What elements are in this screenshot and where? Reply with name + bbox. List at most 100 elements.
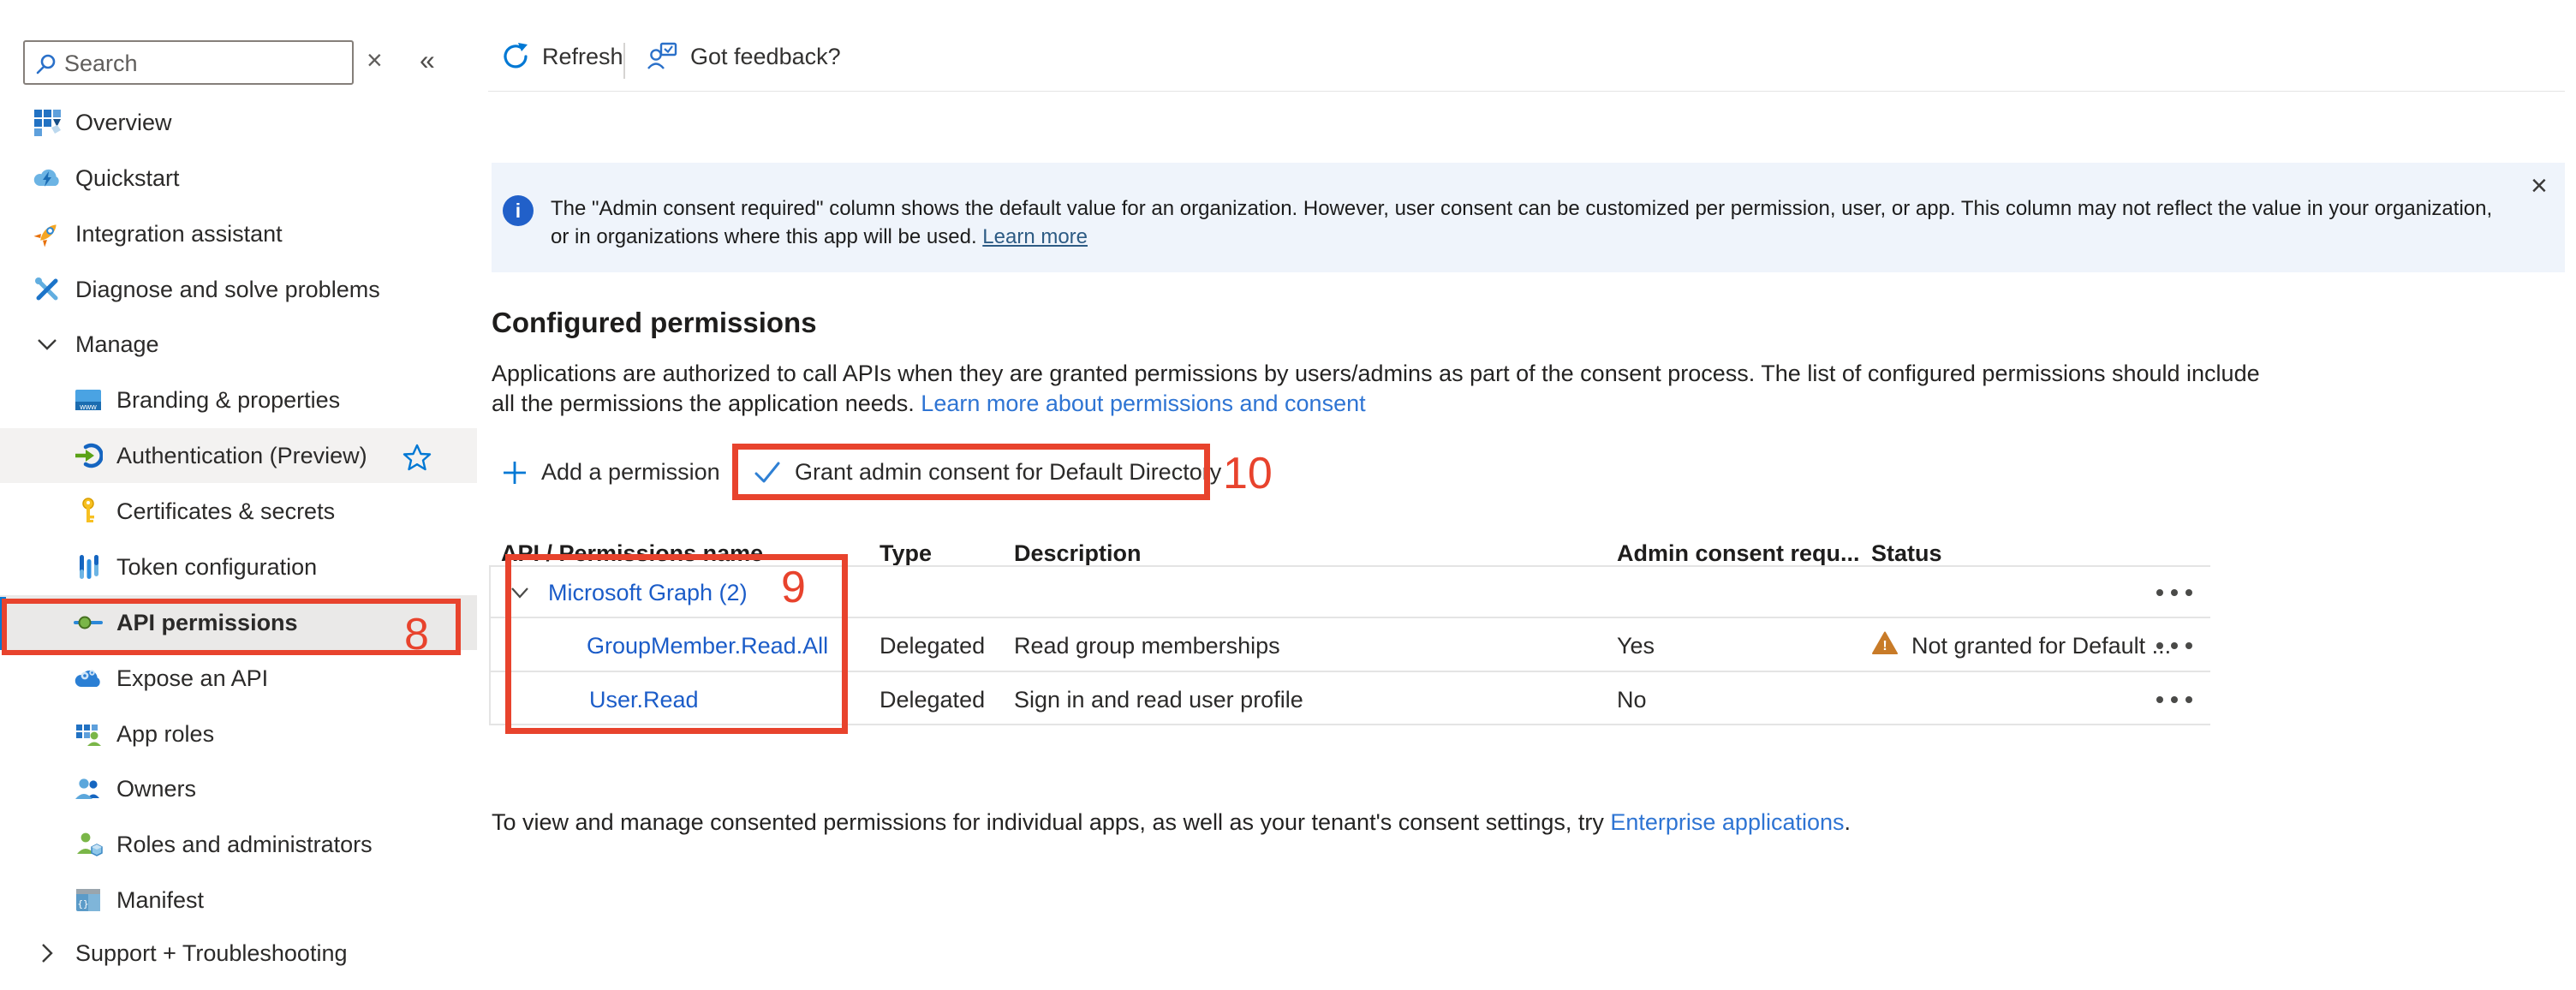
plus-icon xyxy=(502,460,528,486)
rocket-icon xyxy=(33,219,62,248)
footer-note-suffix: . xyxy=(1845,809,1852,835)
sidebar-item-certificates[interactable]: Certificates & secrets xyxy=(0,484,477,539)
sidebar-item-integration-assistant[interactable]: Integration assistant xyxy=(0,206,477,261)
favorite-star-icon[interactable] xyxy=(402,444,432,471)
search-input[interactable] xyxy=(63,44,349,83)
quickstart-icon xyxy=(33,164,62,193)
sidebar-item-label: Certificates & secrets xyxy=(116,498,335,525)
sidebar-item-owners[interactable]: Owners xyxy=(0,761,477,816)
column-header-admin-consent: Admin consent requ... xyxy=(1617,540,1860,567)
sidebar-item-overview[interactable]: Overview xyxy=(0,95,477,150)
feedback-label: Got feedback? xyxy=(690,44,841,70)
sidebar-group-label: Manage xyxy=(75,331,159,358)
got-feedback-button[interactable]: Got feedback? xyxy=(647,42,841,71)
page-title: Configured permissions xyxy=(492,307,817,339)
sidebar-item-label: Manifest xyxy=(116,887,204,914)
sidebar: × « Overview Quickstart Integration assi… xyxy=(0,0,477,990)
section-description-line2-prefix: all the permissions the application need… xyxy=(492,391,921,416)
section-description-line1: Applications are authorized to call APIs… xyxy=(492,361,2260,387)
learn-more-link[interactable]: Learn more xyxy=(982,225,1088,248)
svg-text:www: www xyxy=(79,403,97,411)
admin-consent-value: No xyxy=(1617,687,1647,713)
banner-close-icon[interactable]: × xyxy=(2531,171,2548,200)
person-cube-icon xyxy=(74,830,103,859)
column-header-status: Status xyxy=(1871,540,1942,567)
column-header-name: API / Permissions name xyxy=(501,540,763,567)
sidebar-group-label: Support + Troubleshooting xyxy=(75,940,347,967)
annotation-number-9: 9 xyxy=(781,565,806,610)
permission-link[interactable]: User.Read xyxy=(589,687,699,713)
add-permission-button[interactable]: Add a permission xyxy=(502,459,720,486)
table-separator xyxy=(489,671,2210,672)
permission-description: Sign in and read user profile xyxy=(1014,687,1303,713)
banner-text-line2: or in organizations where this app will … xyxy=(551,225,1088,249)
search-box[interactable] xyxy=(23,40,354,85)
sidebar-group-support-troubleshooting[interactable]: Support + Troubleshooting xyxy=(0,926,477,981)
azure-api-permissions-page: { "colors": { "accent": "#0078d4", "anno… xyxy=(0,0,2576,990)
row-context-menu[interactable] xyxy=(2151,691,2197,708)
sidebar-item-manifest[interactable]: {} Manifest xyxy=(0,873,477,927)
grant-admin-consent-label: Grant admin consent for Default Director… xyxy=(795,459,1221,486)
toolbar-underline xyxy=(488,91,2565,92)
collapse-sidebar-icon[interactable]: « xyxy=(420,46,435,74)
people-icon xyxy=(74,774,103,803)
enterprise-applications-link[interactable]: Enterprise applications xyxy=(1610,809,1844,835)
search-icon xyxy=(34,52,58,76)
refresh-button[interactable]: Refresh xyxy=(501,42,623,71)
sidebar-item-label: Overview xyxy=(75,110,172,136)
permissions-consent-link[interactable]: Learn more about permissions and consent xyxy=(921,391,1365,416)
sidebar-item-label: API permissions xyxy=(116,610,298,636)
check-icon xyxy=(754,460,781,486)
permission-description: Read group memberships xyxy=(1014,633,1280,659)
sidebar-item-label: Authentication (Preview) xyxy=(116,443,367,469)
api-permissions-icon xyxy=(74,608,103,637)
warning-icon: ! xyxy=(1872,631,1898,655)
toolbar-divider xyxy=(623,43,625,79)
sidebar-item-label: Expose an API xyxy=(116,665,268,692)
column-header-description: Description xyxy=(1014,540,1142,567)
clear-search-icon[interactable]: × xyxy=(367,46,383,74)
info-icon: i xyxy=(503,195,534,226)
grid-person-icon xyxy=(74,719,103,748)
chevron-down-icon[interactable] xyxy=(510,586,529,599)
svg-text:{}: {} xyxy=(77,898,88,909)
table-separator xyxy=(489,617,2210,618)
footer-note: To view and manage consented permissions… xyxy=(492,809,1851,836)
sidebar-item-quickstart[interactable]: Quickstart xyxy=(0,151,477,206)
svg-text:!: ! xyxy=(1882,639,1887,653)
column-header-type: Type xyxy=(880,540,932,567)
selected-item-accent-bar xyxy=(0,597,6,650)
chevron-down-icon xyxy=(33,330,62,359)
add-permission-label: Add a permission xyxy=(541,459,720,486)
sidebar-item-diagnose[interactable]: Diagnose and solve problems xyxy=(0,262,477,317)
sidebar-item-label: Token configuration xyxy=(116,554,317,581)
banner-text-line1: The "Admin consent required" column show… xyxy=(551,197,2492,221)
sidebar-group-manage[interactable]: Manage xyxy=(0,317,477,372)
table-separator xyxy=(489,565,2210,567)
permission-type: Delegated xyxy=(880,633,985,659)
sign-in-icon xyxy=(74,441,103,470)
grant-admin-consent-button[interactable]: Grant admin consent for Default Director… xyxy=(754,459,1221,486)
browser-icon: www xyxy=(74,385,103,414)
sidebar-item-label: Quickstart xyxy=(75,165,180,192)
manifest-icon: {} xyxy=(74,886,103,915)
sidebar-item-token-configuration[interactable]: Token configuration xyxy=(0,540,477,594)
row-context-menu[interactable] xyxy=(2151,637,2197,654)
permission-type: Delegated xyxy=(880,687,985,713)
sidebar-item-label: Integration assistant xyxy=(75,221,283,248)
table-left-border xyxy=(489,565,491,725)
cloud-gears-icon xyxy=(74,664,103,693)
sidebar-item-label: Branding & properties xyxy=(116,387,340,414)
refresh-icon xyxy=(501,42,530,71)
permission-link[interactable]: GroupMember.Read.All xyxy=(587,633,828,659)
sidebar-item-roles-and-administrators[interactable]: Roles and administrators xyxy=(0,817,477,872)
admin-consent-value: Yes xyxy=(1617,633,1655,659)
sidebar-item-app-roles[interactable]: App roles xyxy=(0,707,477,761)
annotation-number-10: 10 xyxy=(1223,451,1273,496)
row-context-menu[interactable] xyxy=(2151,584,2197,601)
api-group-link[interactable]: Microsoft Graph (2) xyxy=(548,580,748,606)
refresh-label: Refresh xyxy=(542,44,623,70)
table-separator xyxy=(489,724,2210,725)
sidebar-item-branding[interactable]: www Branding & properties xyxy=(0,373,477,427)
chevron-right-icon xyxy=(33,939,62,968)
